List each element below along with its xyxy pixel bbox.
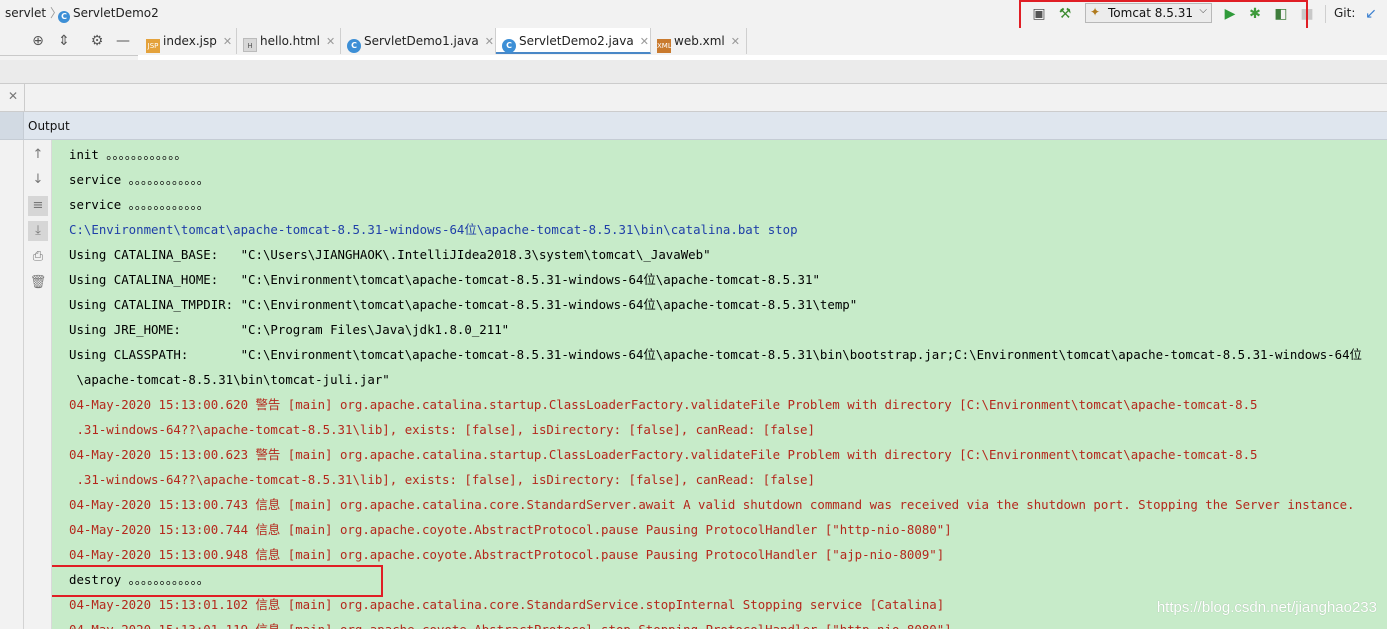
arrow-up-icon[interactable]: ↑ (28, 145, 48, 165)
close-icon[interactable]: ✕ (326, 35, 335, 48)
breadcrumb-file-label: ServletDemo2 (73, 6, 159, 20)
java-class-icon: C (347, 39, 361, 53)
tab-label: hello.html (260, 34, 320, 48)
console-output[interactable]: init 。。。。。。。。。。。。 service 。。。。。。。。。。。。 ser… (52, 140, 1387, 629)
arrow-down-icon[interactable]: ↓ (28, 170, 48, 190)
console-line: Using CATALINA_HOME: "C:\Environment\tom… (69, 272, 820, 287)
console-line: 04-May-2020 15:13:00.620 警告 [main] org.a… (69, 397, 1258, 412)
output-header-gutter (0, 112, 24, 139)
close-icon[interactable]: ✕ (640, 35, 649, 48)
output-panel-header: Output (0, 112, 1387, 140)
tool-window-bar: ✕ (0, 83, 1387, 112)
tab-web-xml[interactable]: XML web.xml ✕ (651, 28, 747, 54)
console-line: service 。。。。。。。。。。。。 (69, 197, 210, 212)
scroll-to-end-icon[interactable]: ⤓ (28, 221, 48, 241)
tab-servletdemo1-java[interactable]: C ServletDemo1.java ✕ (341, 28, 496, 54)
close-icon[interactable]: ✕ (223, 35, 232, 48)
close-icon[interactable]: ✕ (485, 35, 494, 48)
console-line: init 。。。。。。。。。。。。 (69, 147, 187, 162)
soft-wrap-icon[interactable]: ≡ (28, 196, 48, 216)
breadcrumb-file[interactable]: C ServletDemo2 (58, 6, 159, 23)
print-icon[interactable]: ⎙ (28, 247, 48, 267)
breadcrumb-project[interactable]: servlet (5, 6, 46, 20)
console-line: Using CLASSPATH: "C:\Environment\tomcat\… (69, 347, 1362, 362)
toolbar-divider (1325, 5, 1326, 23)
collapse-icon[interactable]: ⇕ (55, 32, 73, 50)
tab-label: ServletDemo1.java (364, 34, 479, 48)
java-class-icon: C (502, 39, 516, 53)
console-line: service 。。。。。。。。。。。。 (69, 172, 210, 187)
locate-icon[interactable]: ⊕ (29, 32, 47, 50)
console-line: 04-May-2020 15:13:00.623 警告 [main] org.a… (69, 447, 1258, 462)
console-line: Using CATALINA_BASE: "C:\Users\JIANGHAOK… (69, 247, 711, 262)
editor-tab-bar: ⊕ ⇕ ⚙ — JSP index.jsp ✕ Hhello.html ✕ C Serv… (0, 28, 1387, 56)
git-label: Git: (1334, 6, 1356, 20)
watermark: https://blog.csdn.net/jianghao233 (1156, 599, 1377, 616)
editor-gutter-band (0, 60, 1387, 83)
java-class-icon: C (58, 11, 70, 23)
gear-icon[interactable]: ⚙ (88, 32, 106, 50)
git-update-icon[interactable]: ↙ (1362, 5, 1380, 23)
console-line: 04-May-2020 15:13:00.743 信息 [main] org.a… (69, 497, 1355, 512)
console-line: Using JRE_HOME: "C:\Program Files\Java\j… (69, 322, 510, 337)
tab-label: index.jsp (163, 34, 217, 48)
console-line: 04-May-2020 15:13:01.119 信息 [main] org.a… (69, 617, 952, 629)
tab-hello-html[interactable]: Hhello.html ✕ (237, 28, 341, 54)
xml-file-icon: XML (657, 39, 672, 53)
console-line: 04-May-2020 15:13:00.948 信息 [main] org.a… (69, 547, 945, 562)
trash-icon[interactable]: 🗑 (28, 273, 48, 293)
console-line: C:\Environment\tomcat\apache-tomcat-8.5.… (69, 222, 798, 237)
console-line: .31-windows-64??\apache-tomcat-8.5.31\li… (69, 422, 815, 437)
tab-label: web.xml (674, 34, 725, 48)
jsp-file-icon: JSP (146, 39, 160, 53)
console-line: Using CATALINA_TMPDIR: "C:\Environment\t… (69, 297, 858, 312)
close-icon[interactable]: ✕ (8, 89, 18, 103)
left-margin (0, 140, 24, 629)
tab-index-jsp[interactable]: JSP index.jsp ✕ (140, 28, 237, 54)
html-file-icon: H (243, 38, 257, 52)
navigation-bar: servlet 〉 C ServletDemo2 ▣ ⚒ ✦ Tomcat 8.5… (0, 0, 1387, 36)
tab-label: ServletDemo2.java (519, 34, 634, 48)
console-line: \apache-tomcat-8.5.31\bin\tomcat-juli.ja… (69, 372, 390, 387)
tool-window-divider (24, 84, 25, 111)
tab-servletdemo2-java[interactable]: C ServletDemo2.java ✕ (496, 28, 651, 54)
console-line: 04-May-2020 15:13:00.744 信息 [main] org.a… (69, 522, 952, 537)
console-line: .31-windows-64??\apache-tomcat-8.5.31\li… (69, 472, 815, 487)
output-side-toolbar: ↑ ↓ ≡ ⤓ ⎙ 🗑 (24, 140, 52, 629)
close-icon[interactable]: ✕ (731, 35, 740, 48)
output-title[interactable]: Output (28, 119, 70, 133)
minimize-icon[interactable]: — (114, 32, 132, 50)
highlight-box-destroy (52, 565, 383, 597)
